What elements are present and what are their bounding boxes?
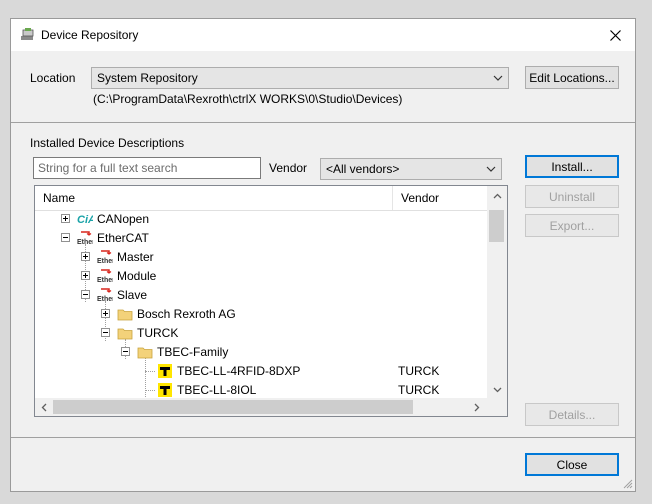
tree-item-master[interactable]: EtherCAT Master — [35, 248, 487, 267]
collapse-icon[interactable] — [121, 347, 130, 356]
device-icon — [158, 383, 172, 397]
horizontal-scroll-thumb[interactable] — [53, 400, 413, 414]
separator-bottom — [11, 437, 635, 438]
location-path: (C:\ProgramData\Rexroth\ctrlX WORKS\0\St… — [93, 92, 403, 106]
svg-text:CiA: CiA — [77, 214, 93, 226]
tree-item-label: Master — [117, 250, 154, 264]
title-bar: Device Repository — [11, 19, 635, 51]
device-repository-dialog: Device Repository Location System Reposi… — [10, 18, 636, 492]
tree-item-label: Module — [117, 269, 157, 283]
cia-icon: CiA — [77, 214, 93, 226]
resize-grip-icon[interactable] — [623, 479, 633, 489]
export-button[interactable]: Export... — [525, 214, 619, 237]
scroll-up-button[interactable] — [489, 188, 505, 204]
tree-item-vendor: TURCK — [398, 364, 440, 378]
expand-icon[interactable] — [61, 214, 70, 223]
tree-item-tbec-family[interactable]: TBEC-Family — [35, 343, 487, 362]
chevron-down-icon — [493, 75, 503, 81]
ethercat-icon: EtherCAT — [97, 269, 113, 284]
horizontal-scrollbar[interactable] — [35, 398, 487, 416]
scroll-down-button[interactable] — [489, 382, 505, 398]
scrollbar-corner — [487, 398, 507, 416]
location-selected: System Repository — [97, 71, 198, 85]
tree-item-label: EtherCAT — [97, 231, 149, 245]
collapse-icon[interactable] — [61, 233, 70, 242]
column-name[interactable]: Name — [43, 191, 75, 205]
collapse-icon[interactable] — [81, 290, 90, 299]
tree-item-slave[interactable]: EtherCAT Slave — [35, 286, 487, 305]
device-tree[interactable]: Name Vendor CiA CANopen EtherCAT EtherCA… — [34, 185, 508, 417]
tree-guide — [145, 371, 155, 372]
column-divider[interactable] — [392, 186, 393, 210]
edit-locations-button[interactable]: Edit Locations... — [525, 66, 619, 89]
svg-text:EtherCAT: EtherCAT — [97, 296, 113, 303]
tree-item-bosch-rexroth[interactable]: Bosch Rexroth AG — [35, 305, 487, 324]
tree-item-tbec-ll-4rfid-8dxp[interactable]: TBEC-LL-4RFID-8DXP TURCK — [35, 362, 487, 381]
close-icon — [609, 29, 621, 41]
tree-item-label: CANopen — [97, 212, 150, 226]
folder-icon — [117, 309, 133, 321]
chevron-up-icon — [493, 193, 501, 199]
tree-item-label: Slave — [117, 288, 148, 302]
column-vendor[interactable]: Vendor — [401, 191, 439, 205]
search-field[interactable] — [34, 158, 260, 178]
window-title: Device Repository — [41, 28, 139, 42]
tree-item-label: TBEC-LL-4RFID-8DXP — [177, 364, 301, 378]
ethercat-icon: EtherCAT — [77, 231, 93, 246]
expand-icon[interactable] — [81, 252, 90, 261]
tree-guide — [145, 390, 155, 391]
tree-item-label: Bosch Rexroth AG — [137, 307, 236, 321]
vertical-scroll-thumb[interactable] — [489, 210, 504, 242]
ethercat-icon: EtherCAT — [97, 288, 113, 303]
chevron-right-icon — [474, 403, 480, 411]
location-combo[interactable]: System Repository — [91, 67, 509, 89]
tree-item-turck[interactable]: TURCK — [35, 324, 487, 343]
scroll-right-button[interactable] — [469, 399, 485, 415]
location-label: Location — [30, 71, 76, 85]
close-window-button[interactable] — [595, 19, 635, 51]
ethercat-icon: EtherCAT — [97, 250, 113, 265]
scroll-left-button[interactable] — [36, 399, 52, 415]
tree-item-label: TURCK — [137, 326, 179, 340]
vendor-label: Vendor — [269, 161, 308, 175]
location-section: Location System Repository (C:\ProgramDa… — [11, 51, 635, 123]
tree-item-ethercat[interactable]: EtherCAT EtherCAT — [35, 229, 487, 248]
vendor-combo[interactable]: <All vendors> — [320, 158, 502, 180]
tree-item-label: TBEC-Family — [157, 345, 229, 359]
installed-section-label: Installed Device Descriptions — [30, 136, 185, 150]
svg-text:EtherCAT: EtherCAT — [97, 277, 113, 284]
collapse-icon[interactable] — [101, 328, 110, 337]
install-button[interactable]: Install... — [525, 155, 619, 178]
expand-icon[interactable] — [101, 309, 110, 318]
expand-icon[interactable] — [81, 271, 90, 280]
tree-item-module[interactable]: EtherCAT Module — [35, 267, 487, 286]
chevron-down-icon — [486, 166, 496, 172]
svg-text:EtherCAT: EtherCAT — [97, 258, 113, 265]
tree-header: Name Vendor — [35, 186, 487, 211]
chevron-left-icon — [41, 403, 47, 411]
separator-top — [11, 122, 635, 123]
vertical-scrollbar[interactable] — [487, 186, 507, 398]
folder-icon — [137, 347, 153, 359]
search-input[interactable] — [33, 157, 261, 179]
tree-item-vendor: TURCK — [398, 383, 440, 397]
folder-icon — [117, 328, 133, 340]
details-button[interactable]: Details... — [525, 403, 619, 426]
device-repository-icon — [21, 28, 34, 40]
tree-item-label: TBEC-LL-8IOL — [177, 383, 257, 397]
chevron-down-icon — [493, 387, 501, 393]
tree-item-canopen[interactable]: CiA CANopen — [35, 210, 487, 229]
close-button[interactable]: Close — [525, 453, 619, 476]
uninstall-button[interactable]: Uninstall — [525, 185, 619, 208]
device-icon — [158, 364, 172, 378]
vendor-selected: <All vendors> — [326, 162, 400, 176]
svg-text:EtherCAT: EtherCAT — [77, 239, 93, 246]
